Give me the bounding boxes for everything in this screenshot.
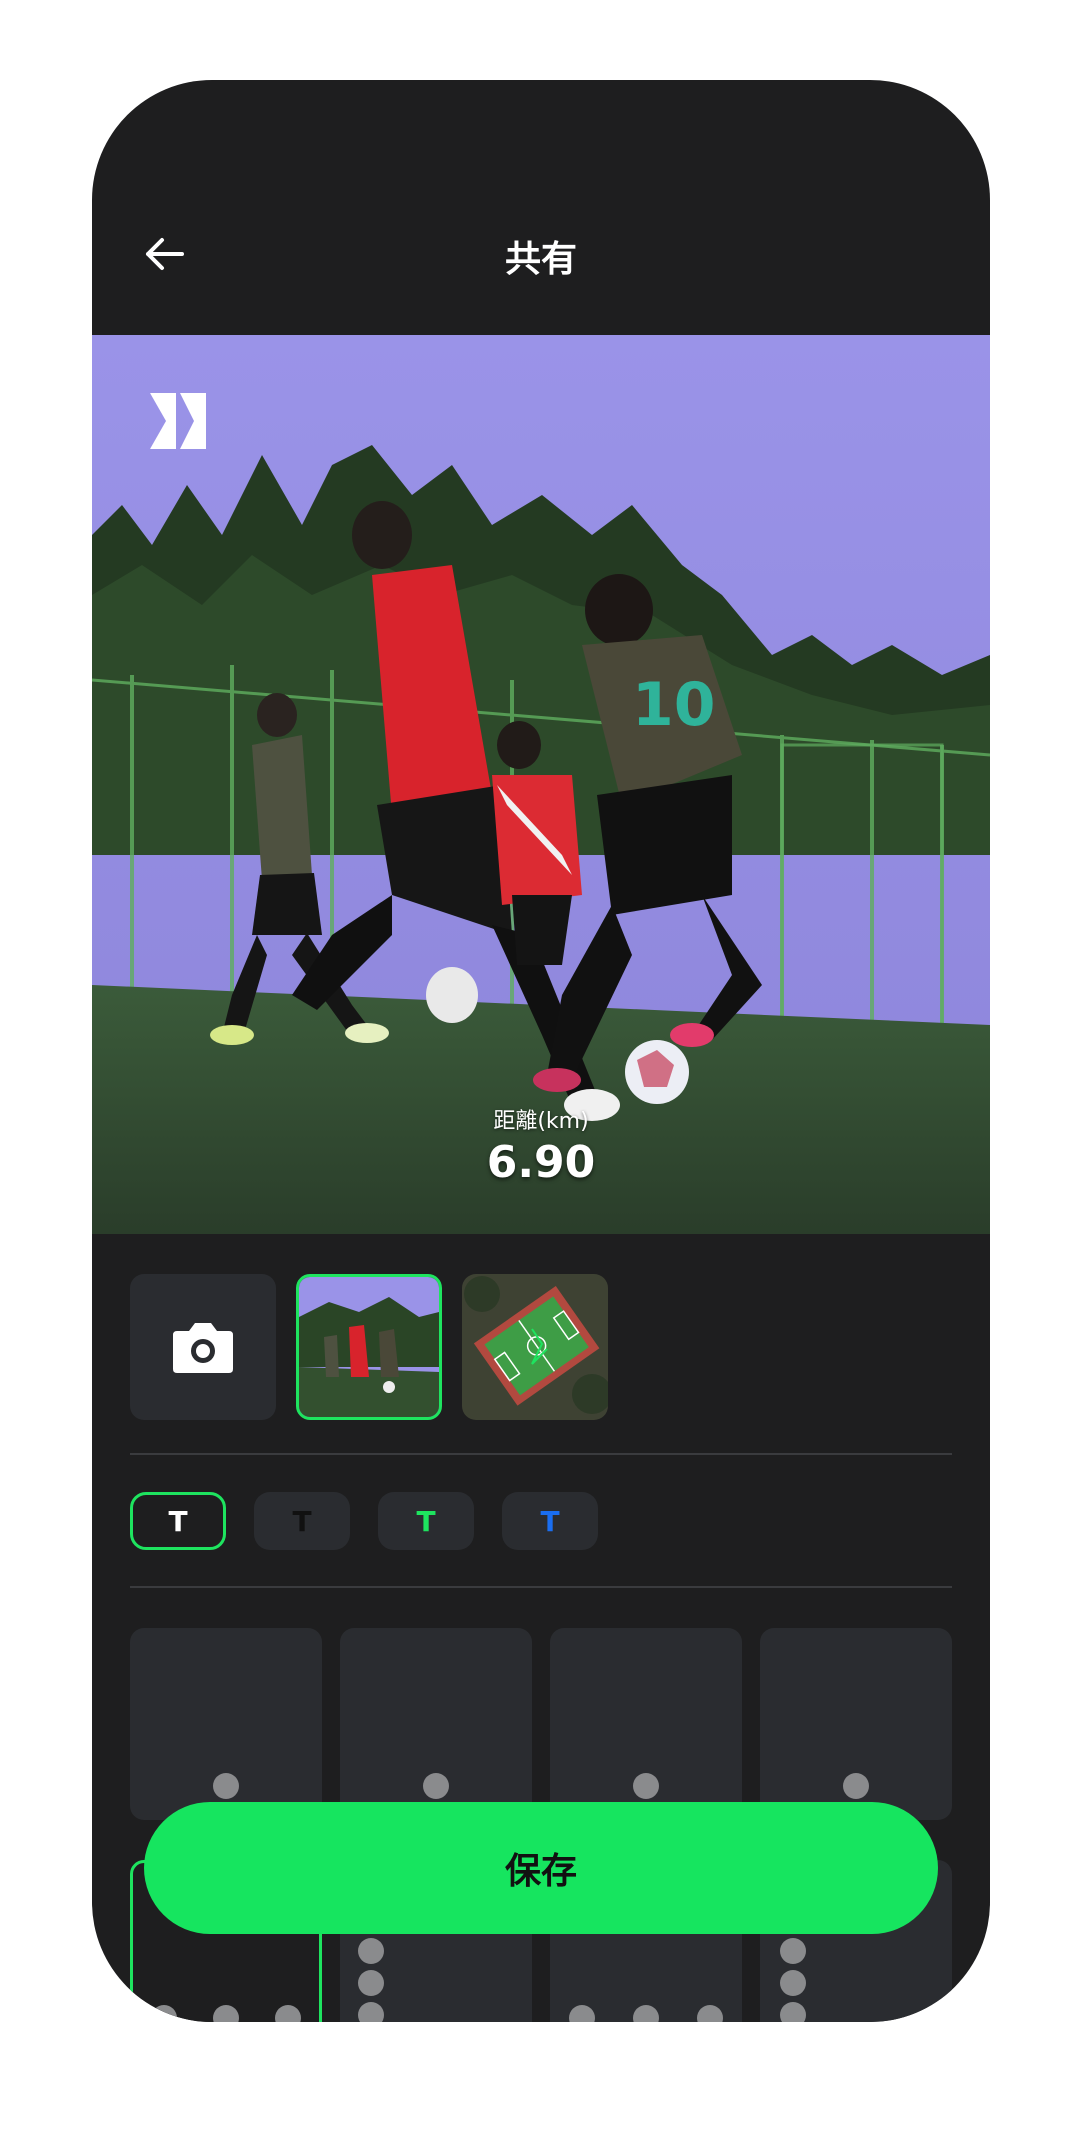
distance-metric: 距離(km) 6.90 — [92, 1103, 990, 1188]
layout-dot — [213, 1773, 239, 1799]
layout-dot — [358, 2002, 384, 2022]
layout-dot — [633, 1773, 659, 1799]
layout-option[interactable] — [340, 1628, 532, 1820]
layout-dot — [151, 2005, 177, 2022]
divider — [130, 1453, 952, 1455]
layout-dot — [780, 2002, 806, 2022]
layout-dot — [275, 2005, 301, 2022]
soccer-thumbnail — [299, 1277, 439, 1417]
save-button-label: 保存 — [504, 1851, 577, 1892]
header: 共有 — [92, 80, 990, 335]
text-style-blue[interactable]: T — [502, 1492, 598, 1550]
brand-logo-icon — [150, 393, 206, 449]
share-preview: 10 距離(km) 6.90 — [92, 335, 990, 1234]
layout-dot — [633, 2005, 659, 2022]
page-title: 共有 — [504, 239, 577, 280]
text-style-green[interactable]: T — [378, 1492, 474, 1550]
layout-dot — [423, 1773, 449, 1799]
layout-dot — [358, 1938, 384, 1964]
metric-label: 距離(km) — [493, 1109, 589, 1134]
svg-text:10: 10 — [632, 670, 716, 740]
phone-screen: 共有 10 距離(km) 6.90 T T T T 保存 — [92, 80, 990, 2022]
layout-dot — [780, 1970, 806, 1996]
background-thumb-soccer[interactable] — [296, 1274, 442, 1420]
save-button[interactable]: 保存 — [144, 1802, 938, 1934]
text-style-label: T — [540, 1504, 560, 1538]
text-style-label: T — [292, 1504, 312, 1538]
divider — [130, 1586, 952, 1588]
layout-option[interactable] — [130, 1628, 322, 1820]
text-style-label: T — [416, 1504, 436, 1538]
soccer-photo: 10 — [92, 335, 990, 1234]
layout-dot — [358, 1970, 384, 1996]
text-style-label: T — [168, 1504, 188, 1538]
camera-icon — [173, 1323, 233, 1373]
layout-dot — [780, 1938, 806, 1964]
text-style-black[interactable]: T — [254, 1492, 350, 1550]
camera-button[interactable] — [130, 1274, 276, 1420]
metric-value: 6.90 — [486, 1137, 596, 1188]
layout-dot — [213, 2005, 239, 2022]
field-aerial-thumbnail — [462, 1274, 608, 1420]
text-style-white[interactable]: T — [130, 1492, 226, 1550]
layout-option[interactable] — [550, 1628, 742, 1820]
layout-dot — [843, 1773, 869, 1799]
layout-dot — [569, 2005, 595, 2022]
layout-dot — [697, 2005, 723, 2022]
background-thumb-field[interactable] — [462, 1274, 608, 1420]
layout-option[interactable] — [760, 1628, 952, 1820]
